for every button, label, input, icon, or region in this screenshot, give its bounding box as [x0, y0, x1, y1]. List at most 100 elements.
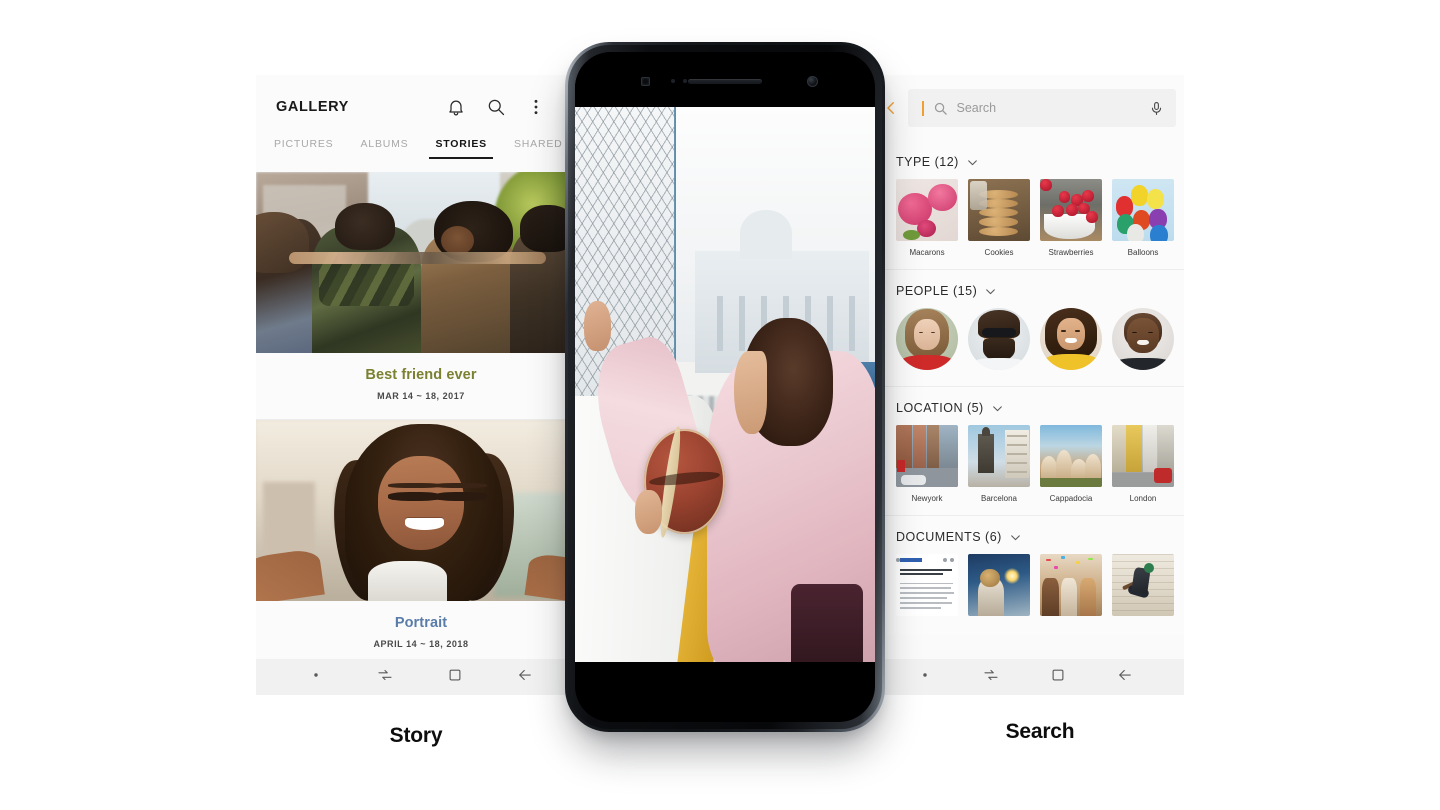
device-body: [565, 42, 885, 732]
story-photo-portrait[interactable]: [256, 420, 586, 601]
tab-stories[interactable]: STORIES: [429, 138, 493, 159]
thumbnail[interactable]: [968, 179, 1030, 241]
sensor-row: [575, 74, 875, 87]
list-item[interactable]: Cappadocia: [1040, 425, 1102, 503]
section-header[interactable]: LOCATION (5): [866, 401, 1184, 425]
chevron-down-icon[interactable]: [991, 402, 1004, 415]
section-people: PEOPLE (15): [866, 270, 1184, 387]
list-item[interactable]: [968, 554, 1030, 623]
text-caret: [922, 100, 924, 116]
item-label: Cappadocia: [1049, 494, 1093, 503]
tab-pictures[interactable]: PICTURES: [274, 138, 334, 159]
center-phone-photo[interactable]: [575, 107, 875, 662]
section-items: Newyork Barcelona Cappadocia London: [866, 425, 1184, 503]
left-phone-screen: GALLERY PICTURES ALBUMS STORIES SHARED B…: [256, 75, 586, 695]
earpiece-speaker-icon: [688, 78, 762, 84]
list-item[interactable]: Strawberries: [1040, 179, 1102, 257]
notification-bell-icon[interactable]: [446, 97, 466, 117]
nav-recents-icon[interactable]: [982, 666, 1000, 689]
thumbnail[interactable]: [896, 179, 958, 241]
header-actions: [446, 97, 568, 117]
list-item[interactable]: Cookies: [968, 179, 1030, 257]
list-item[interactable]: Macarons: [896, 179, 958, 257]
thumbnail[interactable]: [968, 425, 1030, 487]
list-item[interactable]: Balloons: [1112, 179, 1174, 257]
nav-back-icon[interactable]: [1116, 666, 1134, 689]
thumbnail[interactable]: [896, 425, 958, 487]
thumbnail[interactable]: [968, 554, 1030, 616]
avatar[interactable]: [1040, 308, 1102, 370]
promo-stage: GALLERY PICTURES ALBUMS STORIES SHARED B…: [0, 0, 1440, 810]
item-label: Strawberries: [1048, 248, 1094, 257]
tab-albums[interactable]: ALBUMS: [361, 138, 409, 159]
item-label: London: [1129, 494, 1157, 503]
section-header[interactable]: DOCUMENTS (6): [866, 530, 1184, 554]
thumbnail[interactable]: [1112, 425, 1174, 487]
story-date: MAR 14 ~ 18, 2017: [377, 391, 465, 401]
proximity-sensor-icon: [641, 76, 650, 86]
list-item[interactable]: London: [1112, 425, 1174, 503]
gallery-header: GALLERY: [256, 75, 586, 138]
section-header[interactable]: TYPE (12): [866, 155, 1184, 179]
thumbnail[interactable]: [1040, 425, 1102, 487]
chevron-down-icon[interactable]: [984, 285, 997, 298]
section-header[interactable]: PEOPLE (15): [866, 284, 1184, 308]
right-phone-caption: Search: [1005, 720, 1075, 743]
list-item[interactable]: Newyork: [896, 425, 958, 503]
thumbnail[interactable]: [1112, 179, 1174, 241]
chevron-down-icon[interactable]: [966, 156, 979, 169]
item-label: Barcelona: [980, 494, 1018, 503]
item-label: Balloons: [1127, 248, 1159, 257]
device-top-bezel: [575, 52, 875, 107]
android-nav-bar: [256, 659, 586, 695]
thumbnail[interactable]: [1040, 179, 1102, 241]
story-title: Best friend ever: [365, 367, 477, 383]
thumbnail[interactable]: [1112, 554, 1174, 616]
front-camera-icon: [807, 75, 818, 87]
section-location: LOCATION (5) Newyork Barcelona Cappadoci…: [866, 387, 1184, 516]
section-title: PEOPLE (15): [896, 284, 978, 298]
chevron-down-icon[interactable]: [1009, 531, 1022, 544]
section-documents: DOCUMENTS (6): [866, 516, 1184, 635]
section-type: TYPE (12) Macarons Cookies Strawberries …: [866, 141, 1184, 270]
avatar[interactable]: [896, 308, 958, 370]
nav-home-icon[interactable]: [446, 666, 464, 689]
microphone-icon[interactable]: [1149, 101, 1164, 116]
nav-dot-icon[interactable]: [917, 667, 933, 688]
list-item[interactable]: [896, 554, 958, 623]
story-date: APRIL 14 ~ 18, 2018: [373, 639, 469, 649]
story-card[interactable]: Best friend ever MAR 14 ~ 18, 2017: [256, 172, 586, 419]
right-phone-screen: Search TYPE (12) Macarons Cookies Strawb…: [866, 75, 1184, 695]
page-title: GALLERY: [276, 98, 349, 115]
device-frame: [568, 45, 882, 729]
avatar[interactable]: [968, 308, 1030, 370]
section-title: LOCATION (5): [896, 401, 984, 415]
item-label: Newyork: [911, 494, 943, 503]
search-icon: [933, 101, 948, 116]
section-title: TYPE (12): [896, 155, 959, 169]
list-item[interactable]: [1112, 554, 1174, 623]
story-title: Portrait: [394, 615, 448, 631]
tab-shared[interactable]: SHARED: [514, 138, 563, 159]
section-items: [866, 308, 1184, 374]
story-caption: Best friend ever MAR 14 ~ 18, 2017: [256, 353, 586, 419]
list-item[interactable]: [1040, 554, 1102, 623]
nav-back-icon[interactable]: [516, 666, 534, 689]
search-header: Search: [866, 75, 1184, 141]
center-phone-device: [565, 42, 885, 732]
search-icon[interactable]: [486, 97, 506, 117]
thumbnail[interactable]: [896, 554, 958, 616]
thumbnail[interactable]: [1040, 554, 1102, 616]
nav-recents-icon[interactable]: [376, 666, 394, 689]
story-card[interactable]: Portrait APRIL 14 ~ 18, 2018: [256, 420, 586, 667]
list-item[interactable]: Barcelona: [968, 425, 1030, 503]
nav-home-icon[interactable]: [1049, 666, 1067, 689]
story-photo-friends[interactable]: [256, 172, 586, 353]
nav-dot-icon[interactable]: [308, 667, 324, 688]
section-items: [866, 554, 1184, 623]
search-placeholder: Search: [956, 101, 997, 115]
search-input[interactable]: Search: [908, 89, 1176, 127]
avatar[interactable]: [1112, 308, 1174, 370]
gallery-tabs: PICTURES ALBUMS STORIES SHARED: [256, 138, 586, 172]
more-options-icon[interactable]: [526, 97, 546, 117]
